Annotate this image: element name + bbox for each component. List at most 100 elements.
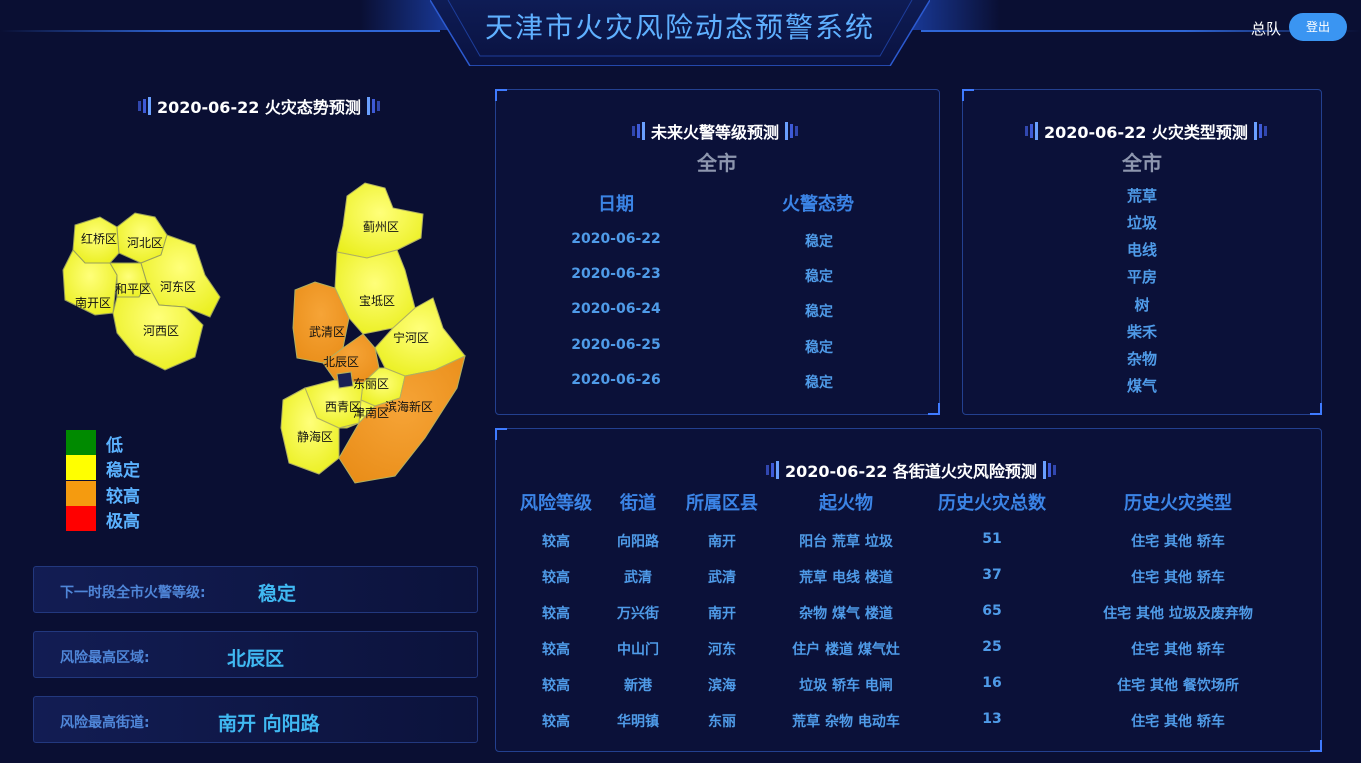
user-name: 总队 bbox=[1250, 20, 1281, 38]
street-cell: 16 bbox=[982, 675, 1002, 691]
street-col-head: 街道 bbox=[620, 493, 656, 514]
street-cell: 25 bbox=[982, 639, 1002, 655]
street-cell: 武清 bbox=[708, 570, 736, 586]
info-label: 风险最高街道: bbox=[60, 715, 150, 731]
street-col-head: 所属区县 bbox=[686, 493, 758, 514]
street-cell: 南开 bbox=[708, 606, 736, 622]
map-label: 津南区 bbox=[353, 405, 389, 420]
forecast-scope: 全市 bbox=[697, 151, 737, 175]
info-value: 北辰区 bbox=[227, 648, 285, 670]
title-bars-icon bbox=[1042, 461, 1056, 479]
map-label: 河东区 bbox=[160, 280, 196, 294]
street-cell: 较高 bbox=[542, 570, 570, 586]
legend-label: 较高 bbox=[106, 487, 140, 507]
info-value: 南开 向阳路 bbox=[218, 713, 320, 735]
urban-district-map: 红桥区 河北区 南开区 和平区 河东区 河西区 bbox=[62, 212, 221, 371]
map-label: 武清区 bbox=[309, 325, 345, 339]
map-label: 和平区 bbox=[115, 282, 151, 296]
street-cell: 较高 bbox=[542, 606, 570, 622]
type-item: 垃圾 bbox=[1126, 214, 1158, 232]
street-cell: 住宅 其他 轿车 bbox=[1131, 534, 1225, 550]
type-item: 煤气 bbox=[1126, 377, 1158, 395]
street-cell: 武清 bbox=[624, 570, 652, 586]
title-bars-icon bbox=[1025, 122, 1038, 140]
street-cell: 住宅 其他 轿车 bbox=[1131, 714, 1225, 730]
street-col-head: 风险等级 bbox=[520, 493, 592, 514]
street-cell: 较高 bbox=[542, 534, 570, 550]
title-bars-icon bbox=[785, 122, 799, 140]
legend-label: 极高 bbox=[106, 512, 140, 532]
street-cell: 新港 bbox=[624, 678, 652, 694]
street-cell: 华明镇 bbox=[617, 714, 659, 730]
street-cell: 中山门 bbox=[617, 642, 659, 658]
header: 天津市火灾风险动态预警系统 总队 登出 bbox=[0, 0, 1361, 70]
forecast-date: 2020-06-26 bbox=[571, 372, 661, 388]
map-label: 蓟州区 bbox=[363, 220, 399, 234]
type-item: 荒草 bbox=[1126, 187, 1158, 205]
legend-swatch-extreme bbox=[66, 506, 96, 531]
type-item: 电线 bbox=[1126, 241, 1158, 259]
street-cell: 37 bbox=[982, 567, 1002, 583]
street-cell: 向阳路 bbox=[617, 534, 659, 550]
street-cell: 住宅 其他 轿车 bbox=[1131, 642, 1225, 658]
street-cell: 阳台 荒草 垃圾 bbox=[799, 534, 893, 550]
legend-swatch-stable bbox=[66, 455, 96, 480]
street-cell: 住宅 其他 轿车 bbox=[1131, 570, 1225, 586]
street-cell: 较高 bbox=[542, 642, 570, 658]
street-cell: 51 bbox=[982, 531, 1002, 547]
logout-button[interactable]: 登出 bbox=[1289, 13, 1347, 41]
street-cell: 住户 楼道 煤气灶 bbox=[792, 642, 900, 658]
map-section-title: 2020-06-22 火灾态势预测 bbox=[132, 94, 386, 118]
type-item: 杂物 bbox=[1126, 350, 1158, 368]
forecast-trend: 稳定 bbox=[805, 269, 833, 285]
forecast-trend: 稳定 bbox=[805, 340, 833, 356]
type-item: 平房 bbox=[1126, 268, 1158, 286]
street-cell: 垃圾 轿车 电闸 bbox=[799, 678, 893, 694]
street-col-head: 历史火灾类型 bbox=[1124, 493, 1232, 514]
map-label: 宝坻区 bbox=[359, 293, 395, 308]
map-label: 滨海新区 bbox=[385, 399, 433, 414]
legend-label: 稳定 bbox=[106, 461, 140, 481]
title-bars-icon bbox=[766, 461, 779, 479]
street-cell: 河东 bbox=[708, 642, 736, 658]
street-col-head: 历史火灾总数 bbox=[938, 493, 1046, 514]
type-item: 树 bbox=[1134, 296, 1150, 314]
info-label: 风险最高区域: bbox=[60, 650, 150, 666]
street-cell: 住宅 其他 垃圾及废弃物 bbox=[1103, 606, 1253, 622]
street-col-head: 起火物 bbox=[819, 493, 873, 514]
street-cell: 杂物 煤气 楼道 bbox=[799, 606, 893, 622]
district-urban-core[interactable] bbox=[336, 371, 354, 389]
map-label: 东丽区 bbox=[353, 377, 389, 391]
map-label: 河北区 bbox=[127, 236, 163, 250]
city-district-map: 蓟州区 宝坻区 武清区 宁河区 北辰区 东丽区 西青区 滨海新区 津南区 静海区 bbox=[280, 182, 466, 484]
title-bars-icon bbox=[366, 97, 380, 115]
col-head-trend: 火警态势 bbox=[782, 194, 854, 215]
street-cell: 荒草 杂物 电动车 bbox=[792, 714, 900, 730]
type-item: 柴禾 bbox=[1126, 323, 1158, 341]
types-title: 2020-06-22 火灾类型预测 bbox=[1019, 119, 1273, 143]
map-label: 宁河区 bbox=[393, 330, 429, 345]
streets-title: 2020-06-22 各街道火灾风险预测 bbox=[760, 458, 1062, 482]
info-label: 下一时段全市火警等级: bbox=[60, 585, 206, 601]
title-bars-icon bbox=[138, 97, 151, 115]
map-label: 红桥区 bbox=[81, 231, 117, 246]
street-cell: 万兴街 bbox=[617, 606, 659, 622]
header-line-left bbox=[0, 30, 440, 32]
map-label: 静海区 bbox=[297, 429, 333, 444]
title-bars-icon bbox=[632, 122, 645, 140]
map-label: 河西区 bbox=[143, 324, 179, 338]
info-value: 稳定 bbox=[258, 583, 297, 605]
legend-swatch-high bbox=[66, 481, 96, 506]
map-label: 南开区 bbox=[75, 295, 111, 310]
street-cell: 65 bbox=[982, 603, 1002, 619]
street-cell: 荒草 电线 楼道 bbox=[799, 570, 893, 586]
street-cell: 较高 bbox=[542, 714, 570, 730]
types-scope: 全市 bbox=[1122, 151, 1162, 175]
forecast-trend: 稳定 bbox=[805, 375, 833, 391]
forecast-date: 2020-06-25 bbox=[571, 337, 661, 353]
legend-label: 低 bbox=[106, 436, 123, 456]
street-cell: 住宅 其他 餐饮场所 bbox=[1117, 678, 1239, 694]
forecast-date: 2020-06-23 bbox=[571, 266, 661, 282]
street-cell: 东丽 bbox=[708, 714, 736, 730]
street-cell: 13 bbox=[982, 711, 1002, 727]
